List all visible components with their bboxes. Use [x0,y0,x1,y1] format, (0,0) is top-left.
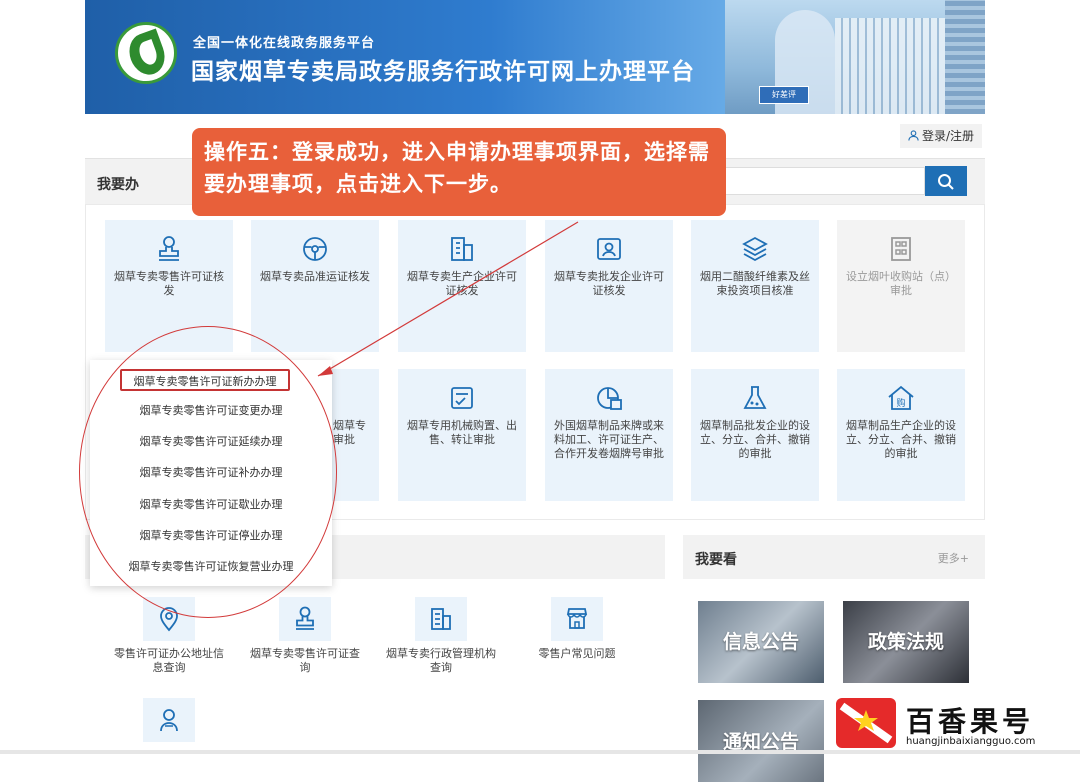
flask-icon [743,386,767,409]
banner-title: 国家烟草专卖局政务服务行政许可网上办理平台 [191,59,695,85]
tile-label: 烟草专卖生产企业许可证核发 [407,270,517,297]
query-tile-label: 烟草专卖零售许可证查询 [250,647,360,674]
watermark-logo [836,698,896,748]
tile-production-license[interactable]: 烟草专卖生产企业许可证核发 [398,220,526,352]
query-tile-more[interactable] [109,698,229,742]
login-register-button[interactable]: 登录/注册 [900,124,982,148]
tile-label: 设立烟叶收购站（点）审批 [846,270,956,297]
pie-chart-icon [597,387,622,410]
tile-transport-permit[interactable]: 烟草专卖品准运证核发 [251,220,379,352]
watermark-name: 百香果号 [906,705,1035,738]
checklist-icon [451,387,473,409]
more-link[interactable]: 更多+ [938,550,969,566]
watermark: 百香果号 huangjinbaixiangguo.com [832,696,1080,754]
person-badge-icon [160,709,178,732]
watermark-url: huangjinbaixiangguo.com [906,736,1036,747]
layers-icon [742,236,768,262]
stamp-icon [159,236,179,261]
tile-foreign-brand-approval[interactable]: 外国烟草制品来牌或来料加工、许可证生产、合作开发卷烟牌号审批 [545,369,673,501]
steering-wheel-icon [303,237,327,261]
tile-machinery-approval[interactable]: 烟草专用机械购置、出售、转让审批 [398,369,526,501]
building-icon [451,237,473,261]
search-button[interactable] [925,166,967,196]
query-tile-label: 零售户常见问题 [538,647,616,660]
user-icon [908,130,919,141]
stamp-icon [296,606,314,630]
card-info-notice[interactable]: 信息公告 [698,601,824,683]
woyaokan-header: 我要看 更多+ [683,535,985,579]
tile-label: 烟草专卖批发企业许可证核发 [554,270,664,297]
tile-label: 烟用二醋酸纤维素及丝束投资项目核准 [700,270,810,297]
banner: 全国一体化在线政务服务平台 国家烟草专卖局政务服务行政许可网上办理平台 好差评 [85,0,985,114]
tile-wholesale-enterprise-approval[interactable]: 烟草制品批发企业的设立、分立、合并、撤销的审批 [691,369,819,501]
tile-label: 烟草专卖品准运证核发 [260,270,370,283]
woyaokan-title: 我要看 [695,552,737,568]
card-policy-law[interactable]: 政策法规 [843,601,969,683]
card-notification[interactable]: 通知公告 [698,700,824,782]
svg-text:购: 购 [896,397,905,409]
query-tile-label: 零售许可证办公地址信息查询 [114,647,224,674]
highlight-ellipse [79,326,337,618]
tobacco-logo [115,22,177,84]
shop-house-icon: 购 [888,385,914,410]
tile-label: 烟草专用机械购置、出售、转让审批 [407,419,517,446]
banner-subtitle: 全国一体化在线政务服务平台 [193,36,376,51]
query-tile-license-query[interactable]: 烟草专卖零售许可证查询 [245,597,365,675]
query-tile-label: 烟草专卖行政管理机构查询 [386,647,496,674]
tile-label: 烟草制品生产企业的设立、分立、合并、撤销的审批 [846,419,956,460]
woyaoban-title: 我要办 [97,177,139,193]
instruction-callout: 操作五：登录成功，进入申请办理事项界面，选择需要办理事项，点击进入下一步。 [192,128,726,216]
tile-leaf-station-approval[interactable]: 设立烟叶收购站（点）审批 [837,220,965,352]
query-tile-faq[interactable]: 零售户常见问题 [517,597,637,661]
tile-acetate-approval[interactable]: 烟用二醋酸纤维素及丝束投资项目核准 [691,220,819,352]
query-tile-agency-query[interactable]: 烟草专卖行政管理机构查询 [381,597,501,675]
bottom-divider [0,750,1080,754]
search-icon [938,174,954,190]
tile-label: 外国烟草制品来牌或来料加工、许可证生产、合作开发卷烟牌号审批 [554,419,664,460]
grid-building-icon [891,237,911,261]
rating-badge[interactable]: 好差评 [759,86,809,104]
tile-label: 烟草专 审批 [333,419,366,446]
tile-label: 烟草制品批发企业的设立、分立、合并、撤销的审批 [700,419,810,460]
id-card-icon [597,238,621,260]
login-register-label: 登录/注册 [921,129,975,143]
tile-wholesale-license[interactable]: 烟草专卖批发企业许可证核发 [545,220,673,352]
building-icon [431,608,451,630]
tile-label: 烟草专卖零售许可证核发 [114,270,224,297]
tile-production-enterprise-approval[interactable]: 购 烟草制品生产企业的设立、分立、合并、撤销的审批 [837,369,965,501]
shop-icon [566,608,588,629]
